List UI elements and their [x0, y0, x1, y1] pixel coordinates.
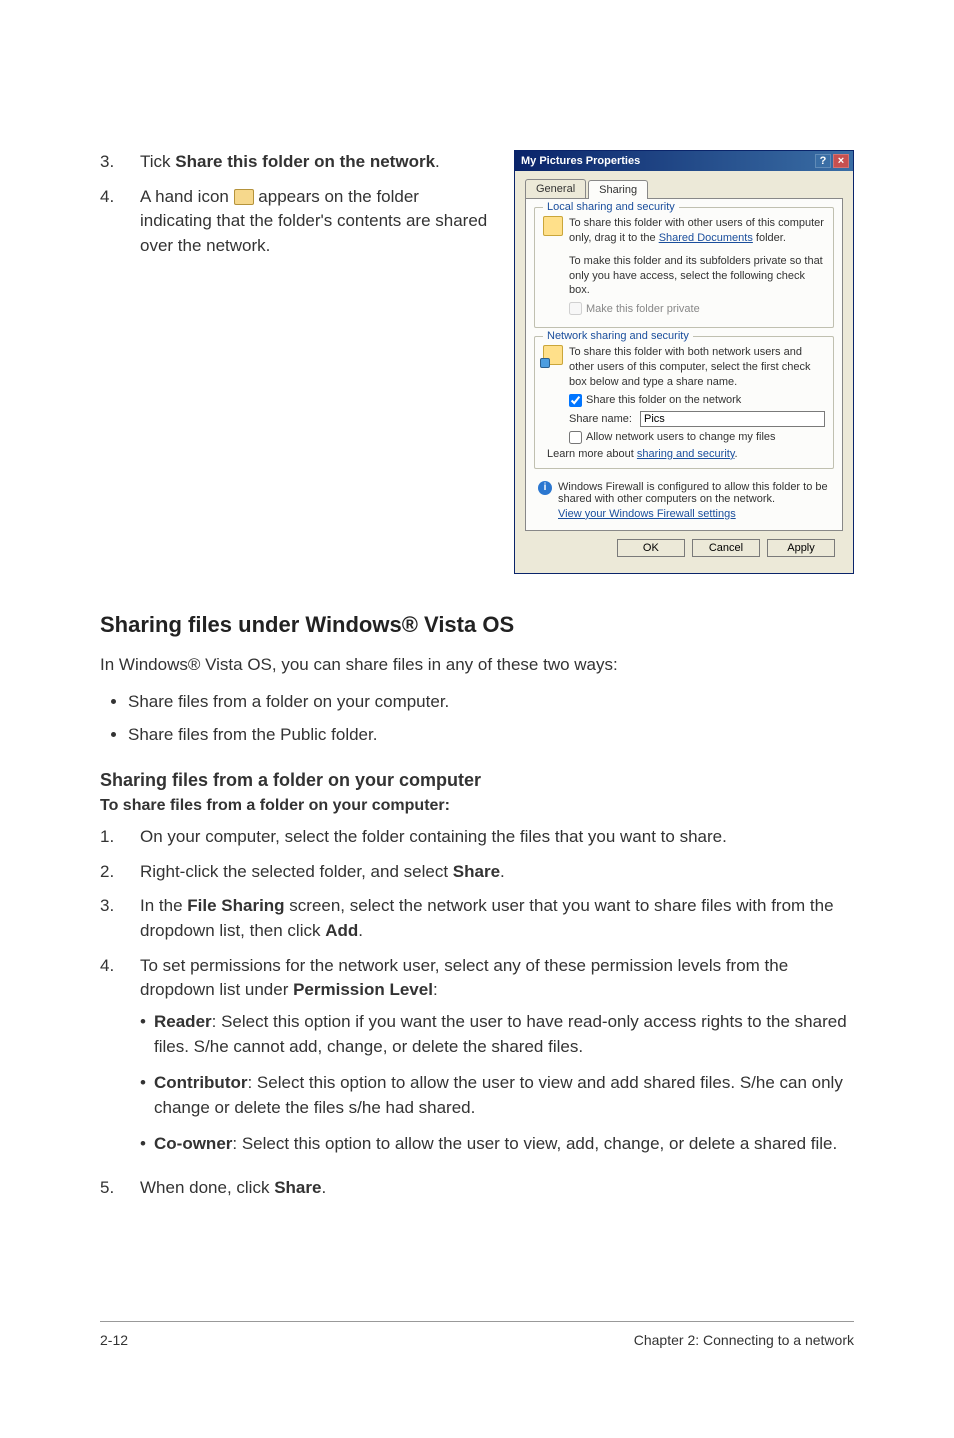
share-name-input[interactable]	[640, 411, 825, 427]
page-footer: 2-12 Chapter 2: Connecting to a network	[100, 1321, 854, 1348]
vstep-1: 1. On your computer, select the folder c…	[100, 825, 854, 850]
vstep-5: 5. When done, click Share.	[100, 1176, 854, 1201]
make-private-row: Make this folder private	[569, 302, 825, 315]
footer-left: 2-12	[100, 1332, 128, 1348]
network-text: To share this folder with both network u…	[569, 345, 825, 390]
learn-more: Learn more about sharing and security.	[547, 448, 825, 460]
vista-intro: In Windows® Vista OS, you can share file…	[100, 652, 854, 678]
vista-bullet-2: Share files from the Public folder.	[128, 722, 854, 748]
apply-button[interactable]: Apply	[767, 539, 835, 557]
help-button[interactable]: ?	[815, 154, 831, 168]
folder-network-icon	[543, 345, 563, 365]
shared-documents-link[interactable]: Shared Documents	[659, 232, 753, 244]
step-text: A hand icon appears on the folder indica…	[140, 185, 490, 259]
firewall-info: i Windows Firewall is configured to allo…	[534, 477, 834, 520]
dialog-title: My Pictures Properties	[521, 155, 640, 167]
properties-dialog: My Pictures Properties ? × General Shari…	[514, 150, 854, 574]
learn-more-link[interactable]: sharing and security	[637, 448, 735, 460]
sub-heading: Sharing files from a folder on your comp…	[100, 770, 854, 791]
step-num: 3.	[100, 150, 118, 175]
footer-right: Chapter 2: Connecting to a network	[634, 1332, 854, 1348]
allow-change-row: Allow network users to change my files	[569, 431, 825, 444]
share-name-label: Share name:	[569, 413, 632, 425]
local-text-2: To make this folder and its subfolders p…	[569, 254, 825, 299]
info-icon: i	[538, 481, 552, 495]
vstep-4: 4. To set permissions for the network us…	[100, 954, 854, 1167]
sub-heading-2: To share files from a folder on your com…	[100, 797, 854, 815]
close-button[interactable]: ×	[833, 154, 849, 168]
share-on-network-checkbox[interactable]	[569, 394, 582, 407]
vstep-3: 3. In the File Sharing screen, select th…	[100, 894, 854, 943]
share-on-network-row: Share this folder on the network	[569, 394, 825, 407]
ok-button[interactable]: OK	[617, 539, 685, 557]
group-network-sharing: Network sharing and security To share th…	[534, 336, 834, 469]
firewall-settings-link[interactable]: View your Windows Firewall settings	[558, 508, 830, 520]
folder-icon	[543, 216, 563, 236]
hand-share-icon	[234, 189, 254, 205]
make-private-checkbox[interactable]	[569, 302, 582, 315]
perm-contributor: Contributor: Select this option to allow…	[140, 1070, 854, 1121]
heading-vista: Sharing files under Windows® Vista OS	[100, 612, 854, 638]
vista-bullet-1: Share files from a folder on your comput…	[128, 689, 854, 715]
tab-general[interactable]: General	[525, 179, 586, 198]
step-num: 4.	[100, 185, 118, 259]
group-legend: Local sharing and security	[543, 201, 679, 213]
perm-reader: Reader: Select this option if you want t…	[140, 1009, 854, 1060]
step-text: Tick Share this folder on the network.	[140, 150, 440, 175]
local-text-1: To share this folder with other users of…	[569, 216, 825, 246]
dialog-titlebar: My Pictures Properties ? ×	[515, 151, 853, 171]
vista-bullets: Share files from a folder on your comput…	[128, 689, 854, 748]
allow-change-checkbox[interactable]	[569, 431, 582, 444]
step-4: 4. A hand icon appears on the folder ind…	[100, 185, 490, 259]
tab-sharing[interactable]: Sharing	[588, 180, 648, 199]
step-3: 3. Tick Share this folder on the network…	[100, 150, 490, 175]
group-local-sharing: Local sharing and security To share this…	[534, 207, 834, 328]
group-legend: Network sharing and security	[543, 330, 693, 342]
perm-coowner: Co-owner: Select this option to allow th…	[140, 1131, 854, 1157]
cancel-button[interactable]: Cancel	[692, 539, 760, 557]
vstep-2: 2. Right-click the selected folder, and …	[100, 860, 854, 885]
share-name-row: Share name:	[569, 411, 825, 427]
